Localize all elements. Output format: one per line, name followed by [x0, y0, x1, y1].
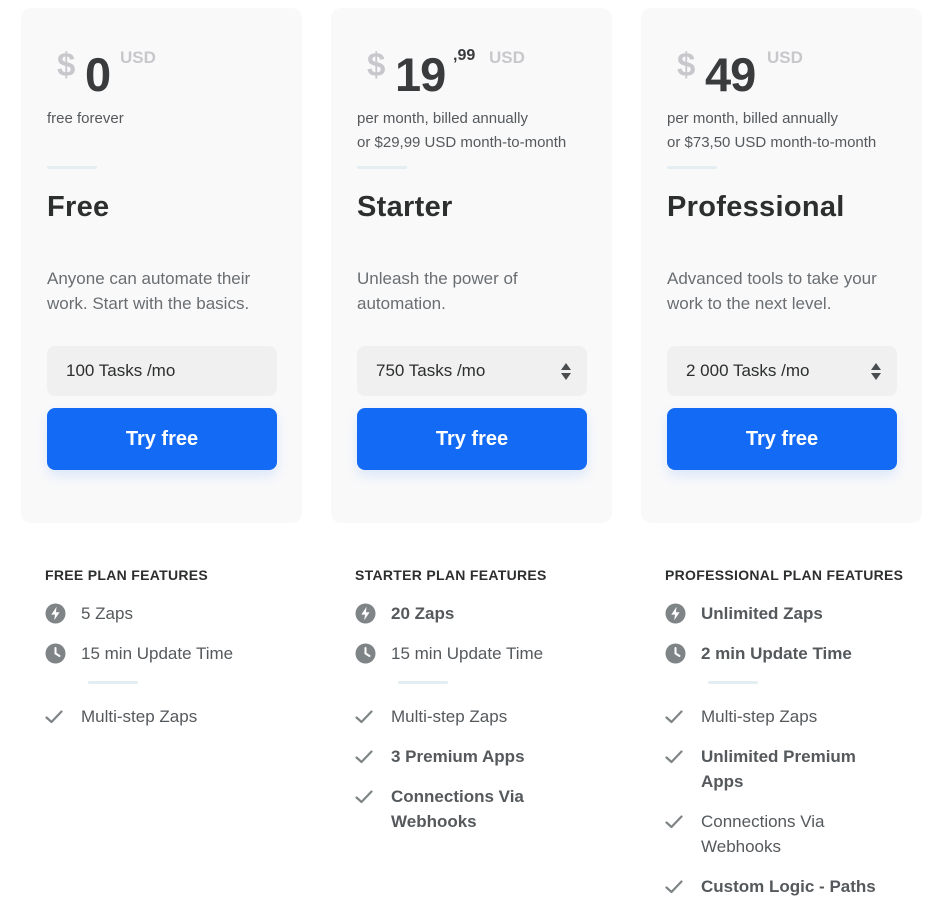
currency-label: USD: [767, 48, 803, 67]
feature-item: 3 Premium Apps: [355, 744, 615, 769]
feature-item: Connections Via Webhooks: [355, 784, 615, 834]
currency-symbol: $: [367, 46, 386, 83]
feature-item: Custom Logic - Paths: [665, 874, 925, 899]
feature-text: Multi-step Zaps: [81, 707, 198, 726]
check-icon: [355, 744, 377, 769]
billing-info: per month, billed annually or $29,99 USD…: [357, 110, 567, 151]
clock-icon: [45, 641, 67, 666]
lightning-icon: [665, 601, 687, 626]
feature-item: Unlimited Premium Apps: [665, 744, 925, 794]
try-free-button[interactable]: Try free: [47, 408, 277, 470]
divider: [357, 166, 407, 169]
price-amount: 0: [85, 48, 111, 101]
divider: [398, 681, 448, 684]
feature-item: 15 min Update Time: [355, 641, 615, 666]
feature-item: 5 Zaps: [45, 601, 305, 626]
price-amount: 19: [395, 48, 446, 101]
feature-item: 2 min Update Time: [665, 641, 925, 666]
plan-name: Free: [47, 191, 110, 223]
plan-card-professional: $ 49 USD per month, billed annually or $…: [641, 8, 922, 523]
sort-arrows-icon: [871, 362, 881, 380]
divider: [708, 681, 758, 684]
feature-text: Unlimited Premium Apps: [701, 747, 856, 791]
lightning-icon: [45, 601, 67, 626]
feature-item: 15 min Update Time: [45, 641, 305, 666]
feature-item: Connections Via Webhooks: [665, 809, 925, 859]
lightning-icon: [355, 601, 377, 626]
feature-text: Custom Logic - Paths: [701, 877, 876, 896]
features-title: FREE PLAN FEATURES: [45, 567, 209, 583]
features-starter: STARTER PLAN FEATURES 20 Zaps 15 min Upd…: [355, 567, 615, 849]
tasks-value: 2 000 Tasks /mo: [686, 361, 810, 380]
plan-name: Starter: [357, 191, 453, 223]
feature-item: Multi-step Zaps: [665, 704, 925, 729]
plan-description: Advanced tools to take your work to the …: [667, 269, 877, 313]
divider: [47, 166, 97, 169]
feature-text: 20 Zaps: [391, 604, 455, 623]
features-title: STARTER PLAN FEATURES: [355, 567, 547, 583]
billing-info: per month, billed annually or $73,50 USD…: [667, 110, 877, 151]
feature-text: Connections Via Webhooks: [701, 812, 825, 856]
plan-description: Anyone can automate their work. Start wi…: [47, 269, 251, 313]
feature-text: 5 Zaps: [81, 604, 133, 623]
feature-text: Multi-step Zaps: [391, 707, 508, 726]
tasks-select[interactable]: 100 Tasks /mo: [47, 346, 277, 396]
feature-text: Multi-step Zaps: [701, 707, 818, 726]
plan-name: Professional: [667, 191, 845, 223]
plan-card-free: $ 0 USD free forever Free Anyone can aut…: [21, 8, 302, 523]
price-amount: 49: [705, 48, 756, 101]
check-icon: [45, 704, 67, 729]
feature-text: Connections Via Webhooks: [391, 787, 524, 831]
clock-icon: [665, 641, 687, 666]
plan-description: Unleash the power of automation.: [357, 269, 518, 313]
features-title: PROFESSIONAL PLAN FEATURES: [665, 567, 904, 583]
feature-text: 2 min Update Time: [701, 644, 852, 663]
features-professional: PROFESSIONAL PLAN FEATURES Unlimited Zap…: [665, 567, 925, 914]
feature-text: 15 min Update Time: [81, 644, 234, 663]
try-free-button[interactable]: Try free: [357, 408, 587, 470]
tasks-value: 100 Tasks /mo: [66, 361, 176, 380]
check-icon: [665, 704, 687, 729]
feature-text: 15 min Update Time: [391, 644, 544, 663]
currency-symbol: $: [677, 46, 696, 83]
check-icon: [665, 809, 687, 834]
currency-label: USD: [120, 48, 156, 67]
currency-label: USD: [489, 48, 525, 67]
price-cents: ,99: [453, 47, 476, 64]
plan-card-starter: $ 19 ,99 USD per month, billed annually …: [331, 8, 612, 523]
currency-symbol: $: [57, 46, 76, 83]
feature-item: Multi-step Zaps: [355, 704, 615, 729]
feature-item: Unlimited Zaps: [665, 601, 925, 626]
feature-text: 3 Premium Apps: [391, 747, 525, 766]
clock-icon: [355, 641, 377, 666]
feature-text: Unlimited Zaps: [701, 604, 823, 623]
check-icon: [665, 744, 687, 769]
divider: [667, 166, 717, 169]
divider: [88, 681, 138, 684]
check-icon: [665, 874, 687, 899]
try-free-button[interactable]: Try free: [667, 408, 897, 470]
feature-item: Multi-step Zaps: [45, 704, 305, 729]
tasks-value: 750 Tasks /mo: [376, 361, 486, 380]
billing-info: free forever: [47, 110, 124, 127]
features-free: FREE PLAN FEATURES 5 Zaps 15 min Update …: [45, 567, 305, 744]
tasks-select[interactable]: 750 Tasks /mo: [357, 346, 587, 396]
tasks-select[interactable]: 2 000 Tasks /mo: [667, 346, 897, 396]
check-icon: [355, 704, 377, 729]
sort-arrows-icon: [561, 362, 571, 380]
check-icon: [355, 784, 377, 809]
feature-item: 20 Zaps: [355, 601, 615, 626]
